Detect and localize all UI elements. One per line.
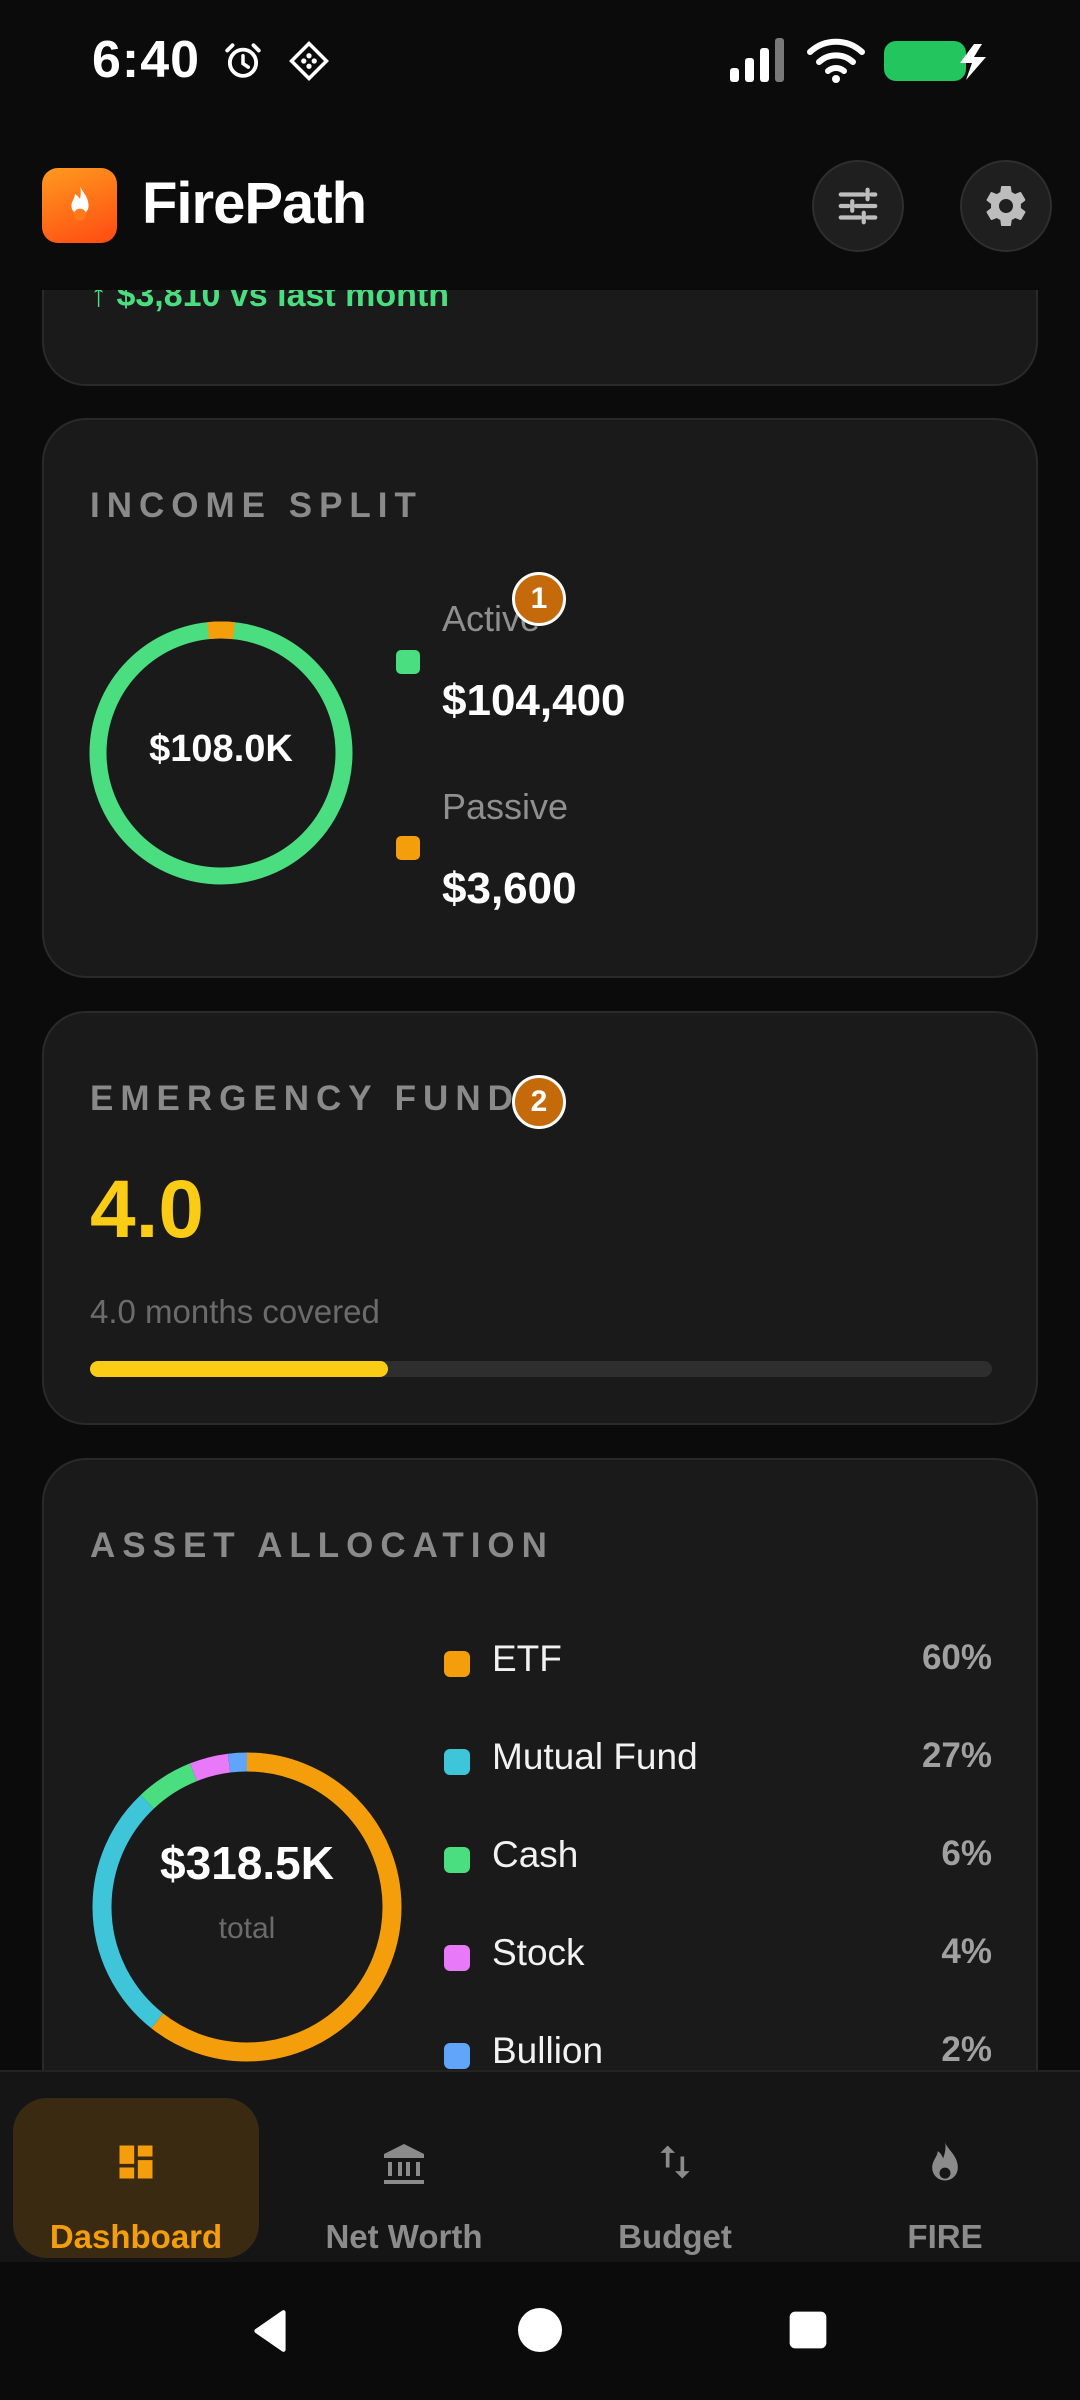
emergency-fund-progress	[90, 1361, 992, 1377]
app-title: FirePath	[142, 171, 367, 236]
app-logo	[42, 168, 117, 243]
cash-swatch	[444, 1847, 470, 1873]
swap-vertical-icon	[660, 2145, 690, 2179]
settings-button[interactable]	[960, 160, 1052, 252]
gear-icon	[986, 186, 1026, 227]
status-bar: 6:40	[0, 0, 1080, 120]
flame-logo-icon	[70, 184, 89, 221]
sliders-icon	[838, 187, 878, 225]
nav-fire[interactable]: FIRE	[822, 2098, 1068, 2258]
allocation-row-etf: ETF 60%	[444, 1638, 992, 1688]
income-split-title: INCOME SPLIT	[90, 486, 423, 525]
asset-allocation-donut-chart	[92, 1752, 402, 2062]
emergency-fund-progress-fill	[90, 1361, 388, 1377]
income-total: $108.0K	[149, 728, 293, 770]
allocation-name: Cash	[492, 1834, 579, 1875]
asset-total-label: total	[218, 1912, 276, 1945]
allocation-row-mutual-fund: Mutual Fund 27%	[444, 1736, 992, 1786]
filter-button[interactable]	[812, 160, 904, 252]
home-icon[interactable]	[516, 2306, 564, 2354]
allocation-percent: 4%	[941, 1932, 992, 1971]
bank-icon	[384, 2144, 424, 2184]
active-income-value: $104,400	[442, 676, 626, 725]
asset-allocation-title: ASSET ALLOCATION	[90, 1526, 554, 1565]
nav-budget[interactable]: Budget	[552, 2098, 798, 2258]
allocation-percent: 27%	[921, 1736, 992, 1775]
passive-income-value: $3,600	[442, 864, 577, 913]
passive-income-label: Passive	[442, 786, 569, 827]
allocation-name: ETF	[492, 1638, 562, 1679]
signal-icon	[730, 38, 784, 82]
nav-dashboard[interactable]: Dashboard	[13, 2098, 259, 2258]
etf-swatch	[444, 1651, 470, 1677]
asset-allocation-card: ASSET ALLOCATION $318.5K total ETF 60% M…	[42, 1458, 1038, 2158]
allocation-percent: 6%	[941, 1834, 992, 1873]
stock-swatch	[444, 1945, 470, 1971]
active-legend-swatch	[396, 650, 420, 674]
allocation-name: Stock	[492, 1932, 585, 1973]
alarm-icon	[225, 43, 261, 78]
battery-charging-icon	[884, 41, 986, 81]
emergency-fund-months: 4.0	[90, 1164, 204, 1255]
asset-total-value: $318.5K	[160, 1837, 334, 1889]
nav-label: Dashboard	[49, 2218, 223, 2255]
nav-net-worth[interactable]: Net Worth	[281, 2098, 527, 2258]
nav-label: Budget	[618, 2218, 732, 2255]
allocation-row-stock: Stock 4%	[444, 1932, 992, 1982]
allocation-name: Bullion	[492, 2030, 604, 2071]
tutorial-badge-2[interactable]: 2	[512, 1075, 566, 1129]
allocation-row-cash: Cash 6%	[444, 1834, 992, 1884]
allocation-name: Mutual Fund	[492, 1736, 698, 1777]
bullion-swatch	[444, 2043, 470, 2069]
emergency-fund-card: EMERGENCY FUND 2 4.0 4.0 months covered	[42, 1011, 1038, 1425]
status-time: 6:40	[92, 31, 201, 89]
passive-legend-swatch	[396, 836, 420, 860]
wifi-icon	[807, 38, 865, 83]
allocation-percent: 2%	[941, 2030, 992, 2069]
income-split-card: INCOME SPLIT $108.0K Active $104,400 Pas…	[42, 418, 1038, 978]
emergency-fund-subtitle: 4.0 months covered	[90, 1293, 380, 1330]
dashboard-icon	[119, 2145, 153, 2179]
bottom-navigation: Dashboard Net Worth Budget FIRE	[0, 2070, 1080, 2262]
allocation-percent: 60%	[921, 1638, 992, 1677]
mutual-fund-swatch	[444, 1749, 470, 1775]
recents-icon[interactable]	[786, 2308, 830, 2352]
flame-icon	[932, 2142, 958, 2181]
diamond-app-icon	[289, 41, 329, 81]
nav-label: FIRE	[907, 2218, 983, 2255]
system-navigation-bar	[0, 2262, 1080, 2400]
emergency-fund-title: EMERGENCY FUND	[90, 1079, 520, 1118]
app-header: FirePath	[0, 140, 1080, 290]
back-icon[interactable]	[246, 2306, 296, 2356]
tutorial-badge-1[interactable]: 1	[512, 572, 566, 626]
nav-label: Net Worth	[325, 2218, 483, 2255]
